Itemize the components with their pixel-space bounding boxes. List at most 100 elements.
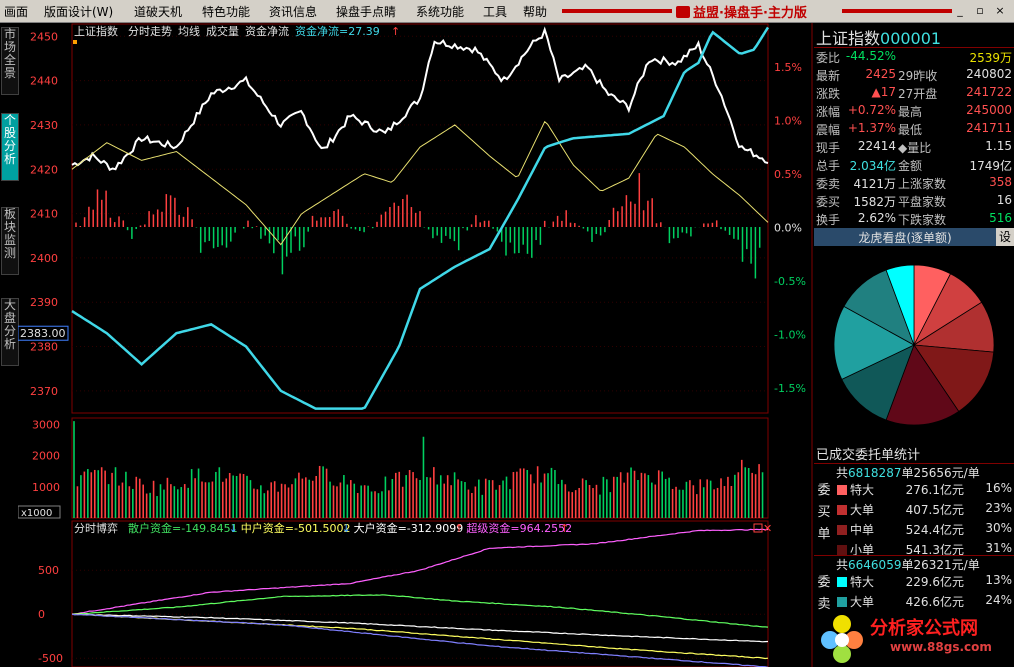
quote-value-2: 245000 [966,103,1012,117]
price-tick-label: 2440 [30,75,58,88]
quote-label: 震幅 [816,123,841,137]
quote-value: 2.034亿 [849,159,896,173]
maximize-icon [753,523,763,533]
menu-tools[interactable]: 工具 [483,3,507,20]
summary-prefix: 共 [836,466,849,480]
tab-sector-monitor[interactable]: 板块监测 [1,207,19,275]
marker-dot [73,40,77,44]
label-char: 单 [817,527,831,542]
tab-stock-analysis[interactable]: 个股分析 [1,113,19,181]
price-tick-label: 2410 [30,208,58,221]
brand-title: 益盟·操盘手·主力版 [676,2,838,21]
quote-label-2: 上涨家数 [898,177,947,191]
tab-market-overview[interactable]: 市场全景 [1,27,19,95]
volume-tick-label: 3000 [32,418,60,431]
summary-unit: 单 [901,466,914,480]
order-size-row: 特大 276.1亿元 16% [836,481,1014,501]
quote-label: 涨幅 [816,105,841,119]
quote-value-2-suffix: 22 [996,85,1012,99]
menu-system[interactable]: 系统功能 [416,3,464,20]
order-size-row: 大单 426.6亿元 24% [836,593,1014,613]
order-size-row: 大单 407.5亿元 23% [836,501,1014,521]
quote-value-2: 1749亿 [969,157,1012,174]
settings-button[interactable]: 设 [996,228,1014,246]
chart-title: 上证指数 [74,24,118,38]
volume-tick-label: 1000 [32,481,60,494]
chart-header-item: 分时走势 [128,25,172,38]
quote-value-2-main: 1.15 [985,139,1012,153]
quote-value-2: 241711 [966,121,1012,135]
intraday-chart[interactable]: 2450 2440 2430 2420 2410 2400 2390 2380 2370 1.5%… [18,23,814,667]
chart-labels: 2450 2440 2430 2420 2410 2400 2390 2380 2370 1.5%… [18,24,806,665]
quote-row: 委比 -44.52% 2539万 [814,49,1014,67]
menu-layout[interactable]: 版面设计(W) [44,3,113,20]
order-size-name: 大单 [850,503,875,517]
order-size-name: 特大 [850,575,875,589]
label-char: 委 [817,483,831,498]
menu-trader-tips[interactable]: 操盘手点睛 [336,3,396,20]
pct-tick-label: 1.0% [774,115,802,128]
quote-value: ▲17 [871,85,897,99]
current-price-label: 2383.00 [20,327,66,340]
quote-value-2: 2539万 [969,49,1012,66]
watermark-text: 分析家公式网 [870,618,978,639]
order-size-row: 特大 229.6亿元 13% [836,573,1014,593]
quote-value-2: 1.15 [985,139,1012,153]
menu-features[interactable]: 特色功能 [202,3,250,20]
quote-value-2-main: 2408 [966,67,997,81]
price-tick-label: 2430 [30,119,58,132]
chart-header-item: 均线 [178,24,200,38]
quote-value-2-main: 16 [996,193,1012,207]
tab-market-analysis[interactable]: 大盘分析 [1,298,19,366]
order-percent: 30% [985,521,1012,535]
legend-swatch [837,505,847,515]
quote-row: 总手 2.034亿 金额 1749亿 [814,157,1014,175]
quote-label: 委买 [816,195,841,209]
restore-button[interactable]: ▫ [972,3,988,18]
brand-strip-left [562,9,672,13]
close-panel-icon: ✕ [763,522,772,535]
menu-help[interactable]: 帮助 [523,3,547,20]
legend-swatch [837,597,847,607]
menu-news[interactable]: 资讯信息 [269,3,317,20]
minimize-button[interactable]: _ [952,3,968,18]
quote-value-2-main: 2417 [966,121,997,135]
quote-panel: 上证指数000001 委比 -44.52% 2539万 最新 2425 29昨收 24080… [814,23,1014,667]
price-tick-label: 2420 [30,163,58,176]
mid-fund-line [72,613,769,660]
buy-avg-per-order: 25656元/单 [913,466,980,480]
game-series-label: 大户资金=-312.9099 [354,521,464,535]
quote-value-2: 241722 [966,85,1012,99]
quote-row: 换手 2.62% 下跌家数 516 [814,211,1014,229]
order-amount: 524.4亿元 [905,523,964,537]
quote-value-2-suffix: 02 [996,67,1012,81]
order-amount: 229.6亿元 [905,575,964,589]
quote-value-2-main: 2450 [966,103,997,117]
label-char: 买 [817,505,831,520]
order-stats-title: 已成交委托单统计 [816,448,921,463]
buy-side-label: 委 买 单 [816,480,832,546]
label-char: 委 [817,575,831,590]
legend-swatch [837,485,847,495]
fund-game-lines [71,528,769,667]
quote-label-2: 最低 [898,123,923,137]
menu-daopo[interactable]: 道破天机 [134,3,182,20]
extra-line [71,613,769,667]
quote-value-2-main: 2417 [966,85,997,99]
legend-swatch [837,545,847,555]
pct-tick-label: 1.5% [774,61,802,74]
quote-value: 2.62% [857,211,896,225]
game-series-label: 超级资金=964.2552 [466,521,572,535]
sell-side-label: 委 卖 [816,572,832,616]
close-button[interactable]: × [992,3,1008,18]
volume-unit: x1000 [21,508,52,519]
quote-label-2: 最高 [898,105,923,119]
fund-flow-arrow: ↑ [391,25,400,38]
quote-label-2: 金额 [898,159,923,173]
pct-tick-label: 0.5% [774,168,802,181]
order-amount: 407.5亿元 [905,503,964,517]
game-series-arrow: ↑ [454,522,463,535]
price-tick-label: 2370 [30,385,58,398]
menu-screen[interactable]: 画面 [4,3,28,20]
summary-prefix: 共 [836,558,849,572]
